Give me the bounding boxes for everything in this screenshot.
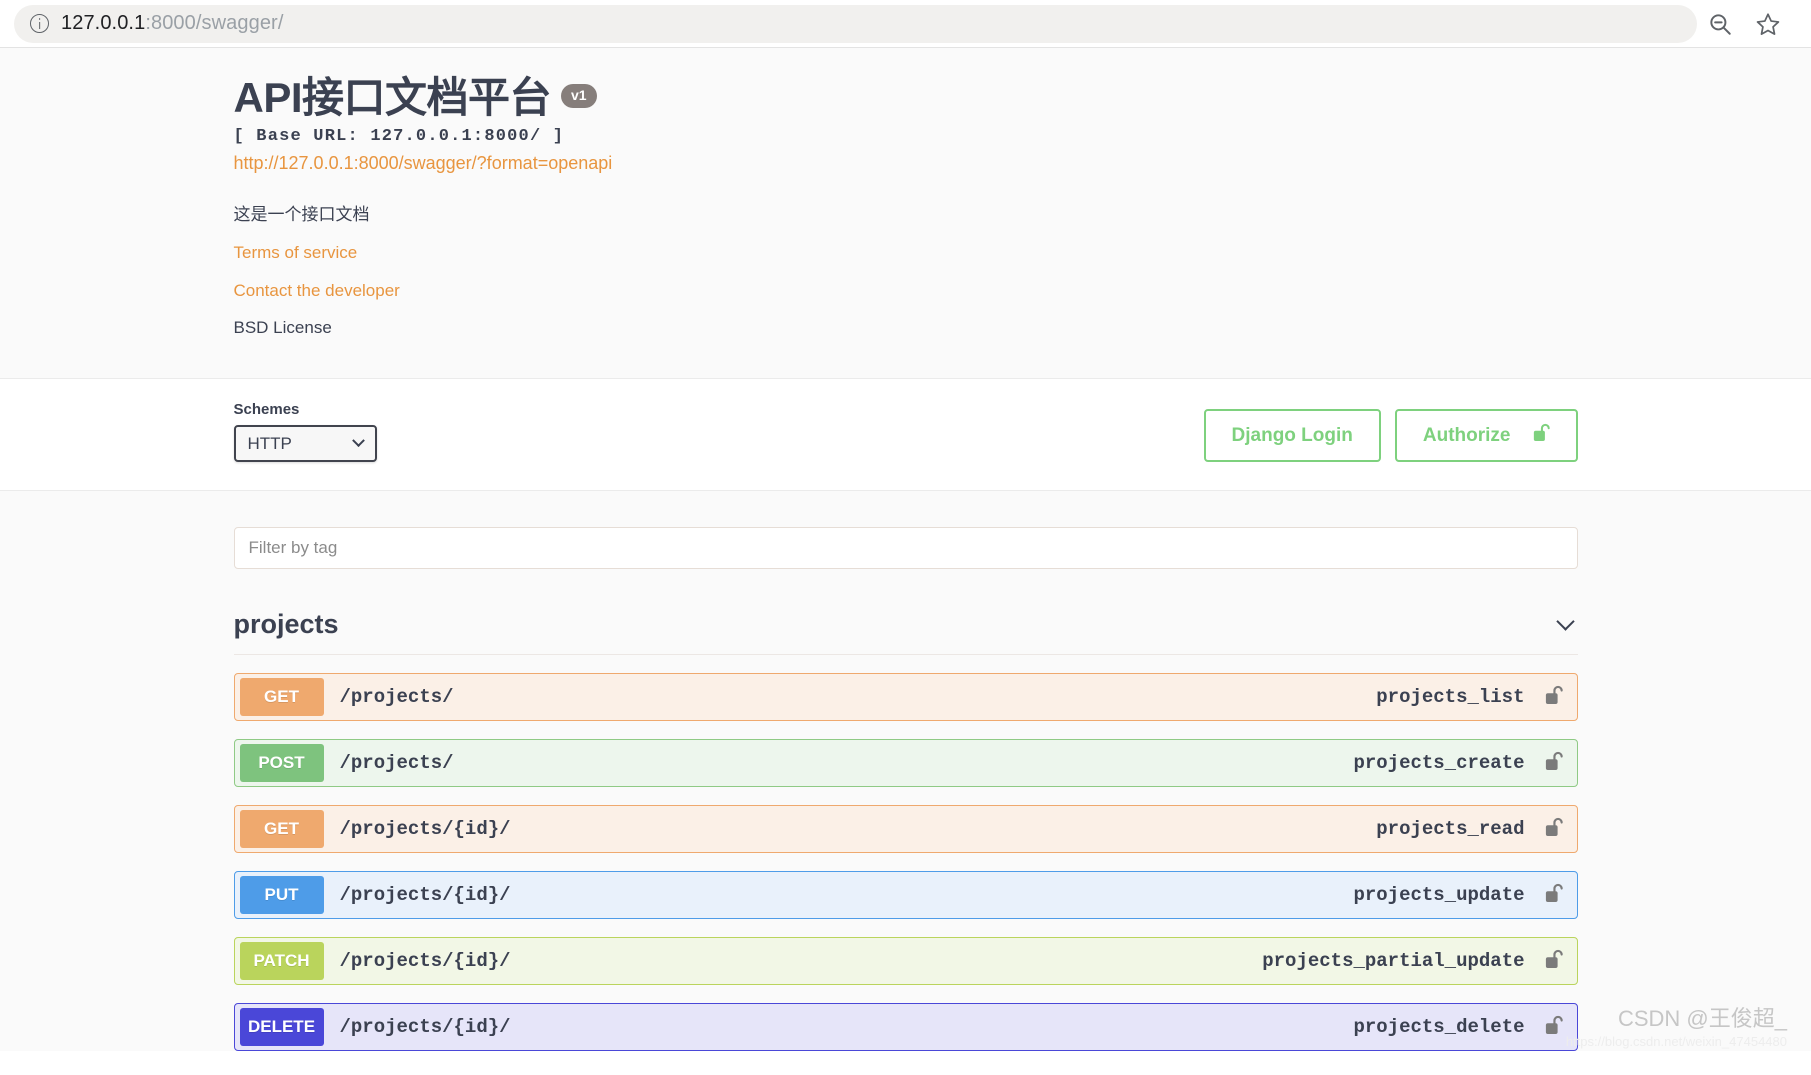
filter-by-tag-input[interactable] bbox=[233, 527, 1578, 570]
operation-row[interactable]: GET/projects/projects_list bbox=[233, 673, 1578, 722]
operations-area: projects GET/projects/projects_listPOST/… bbox=[0, 491, 1811, 1052]
tag-name: projects bbox=[233, 609, 339, 640]
api-info-content: API接口文档平台 v1 [ Base URL: 127.0.0.1:8000/… bbox=[121, 74, 1691, 338]
operation-method-badge: GET bbox=[239, 678, 324, 717]
operation-path: /projects/{id}/ bbox=[339, 950, 511, 973]
operation-path: /projects/{id}/ bbox=[339, 818, 511, 841]
zoom-out-icon[interactable] bbox=[1707, 11, 1733, 37]
unlock-icon[interactable] bbox=[1545, 750, 1567, 776]
operation-row[interactable]: GET/projects/{id}/ projects_read bbox=[233, 805, 1578, 854]
operation-row[interactable]: POST/projects/projects_create bbox=[233, 739, 1578, 788]
terms-of-service-link[interactable]: Terms of service bbox=[234, 243, 1691, 263]
django-login-label: Django Login bbox=[1231, 424, 1353, 446]
operation-list: GET/projects/projects_list POST/projects/… bbox=[233, 673, 1578, 1052]
unlock-icon bbox=[1533, 422, 1550, 449]
address-bar[interactable]: 127.0.0.1:8000/swagger/ bbox=[14, 4, 1697, 43]
url-text: 127.0.0.1:8000/swagger/ bbox=[61, 12, 283, 35]
django-login-button[interactable]: Django Login bbox=[1203, 409, 1381, 463]
star-icon[interactable] bbox=[1755, 11, 1781, 37]
chevron-down-icon[interactable] bbox=[1555, 612, 1575, 631]
operation-path: /projects/ bbox=[339, 752, 454, 775]
operation-id: projects_partial_update bbox=[1262, 950, 1525, 973]
authorize-button[interactable]: Authorize bbox=[1394, 409, 1578, 463]
schemes-select[interactable]: HTTP bbox=[233, 425, 377, 463]
unlock-icon[interactable] bbox=[1545, 882, 1567, 908]
browser-toolbar: 127.0.0.1:8000/swagger/ bbox=[0, 0, 1811, 48]
schemes-group: Schemes HTTP bbox=[233, 401, 377, 463]
operation-row[interactable]: PUT/projects/{id}/ projects_update bbox=[233, 871, 1578, 920]
info-icon[interactable] bbox=[30, 14, 49, 33]
operation-method-badge: PUT bbox=[239, 876, 324, 915]
openapi-spec-link[interactable]: http://127.0.0.1:8000/swagger/?format=op… bbox=[234, 153, 613, 174]
operations-inner: projects GET/projects/projects_listPOST/… bbox=[121, 527, 1691, 1052]
url-path: :8000/swagger/ bbox=[145, 12, 284, 34]
authorize-label: Authorize bbox=[1422, 424, 1511, 446]
operation-path: /projects/ bbox=[339, 686, 454, 709]
schemes-label: Schemes bbox=[233, 401, 300, 419]
contact-developer-link[interactable]: Contact the developer bbox=[234, 281, 1691, 301]
title-row: API接口文档平台 v1 bbox=[234, 74, 1691, 121]
tag-section-header-projects[interactable]: projects bbox=[233, 609, 1578, 656]
page-root: 127.0.0.1:8000/swagger/ API接口文档平台 v1 [B… bbox=[0, 0, 1811, 1075]
version-badge: v1 bbox=[561, 84, 597, 108]
operation-path: /projects/{id}/ bbox=[339, 884, 511, 907]
toolbar-actions bbox=[1707, 11, 1797, 37]
unlock-icon[interactable] bbox=[1545, 816, 1567, 842]
license-text: BSD License bbox=[233, 318, 332, 338]
operation-id: projects_update bbox=[1353, 884, 1525, 907]
operation-id: projects_read bbox=[1376, 818, 1525, 841]
base-url: [ Base URL: 127.0.0.1:8000/ ] bbox=[233, 127, 565, 147]
operation-row[interactable]: DELETE/projects/{id}/ projects_delete bbox=[233, 1003, 1578, 1052]
operation-row[interactable]: PATCH/projects/{id}/ projects_partial_upd… bbox=[233, 937, 1578, 986]
schemes-auth-band: Schemes HTTP Django Login Authorize bbox=[0, 379, 1811, 492]
unlock-icon[interactable] bbox=[1545, 948, 1567, 974]
api-info-block: API接口文档平台 v1 [ Base URL: 127.0.0.1:8000/… bbox=[0, 48, 1811, 380]
chevron-down-icon bbox=[351, 434, 365, 448]
operation-id: projects_create bbox=[1353, 752, 1525, 775]
operation-path: /projects/{id}/ bbox=[339, 1016, 511, 1039]
auth-button-group: Django Login Authorize bbox=[1203, 409, 1578, 463]
operation-method-badge: PATCH bbox=[239, 942, 324, 981]
unlock-icon[interactable] bbox=[1545, 684, 1567, 710]
api-description: 这是一个接口文档 bbox=[233, 205, 370, 225]
operation-id: projects_delete bbox=[1353, 1016, 1525, 1039]
operation-method-badge: GET bbox=[239, 810, 324, 849]
operation-method-badge: POST bbox=[239, 744, 324, 783]
schemes-selected-value: HTTP bbox=[247, 433, 292, 453]
url-host: 127.0.0.1 bbox=[61, 12, 146, 34]
page-title: API接口文档平台 bbox=[233, 74, 552, 121]
unlock-icon[interactable] bbox=[1545, 1014, 1567, 1040]
operation-id: projects_list bbox=[1376, 686, 1525, 709]
schemes-auth-inner: Schemes HTTP Django Login Authorize bbox=[121, 401, 1691, 463]
operation-method-badge: DELETE bbox=[239, 1008, 324, 1047]
